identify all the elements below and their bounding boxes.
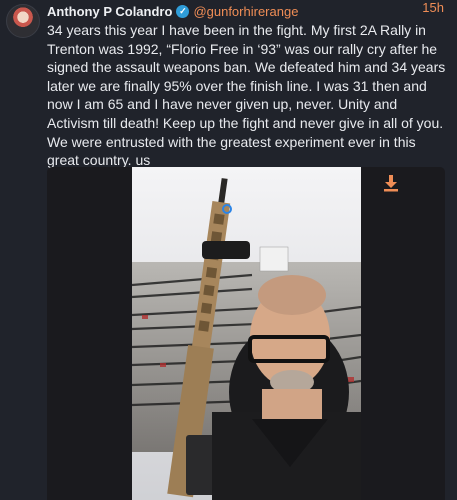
download-icon[interactable]	[383, 174, 399, 192]
author-handle[interactable]: @gunforhirerange	[193, 4, 298, 19]
author-name[interactable]: Anthony P Colandro	[47, 4, 172, 19]
author-avatar[interactable]	[6, 4, 40, 38]
media-container[interactable]	[47, 167, 445, 500]
post-body: 34 years this year I have been in the fi…	[47, 22, 446, 169]
post-timestamp[interactable]: 15h	[422, 0, 444, 15]
video-frame[interactable]	[132, 167, 361, 500]
post: Anthony P Colandro ✓ @gunforhirerange 15…	[0, 0, 457, 500]
verified-badge-icon: ✓	[176, 4, 190, 18]
post-header: Anthony P Colandro ✓ @gunforhirerange	[47, 2, 457, 20]
video-thumbnail-image	[132, 167, 361, 500]
